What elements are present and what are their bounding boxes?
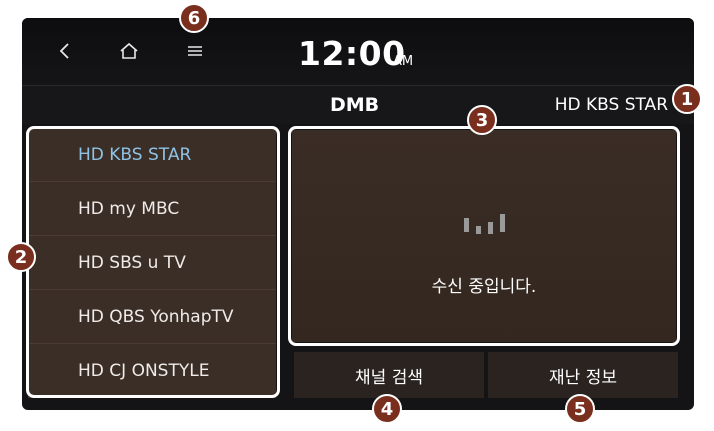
clock-time: 12:00 — [298, 34, 406, 73]
current-station-name: HD KBS STAR — [554, 95, 668, 115]
home-icon — [120, 42, 138, 59]
back-button[interactable] — [50, 36, 80, 66]
back-chevron-icon — [59, 43, 69, 59]
reception-status-text: 수신 중입니다. — [431, 277, 537, 297]
infotainment-screen: 12:00 AM DMB HD KBS STAR HD KBS STAR HD … — [22, 18, 694, 410]
channel-list-item[interactable]: HD CJ ONSTYLE — [28, 344, 276, 398]
disaster-info-button[interactable]: 재난 정보 — [488, 352, 678, 398]
channel-list-item[interactable]: HD my MBC — [28, 182, 276, 236]
channel-search-button[interactable]: 채널 검색 — [294, 352, 484, 398]
callout-badge-2: 2 — [6, 242, 36, 272]
dmb-header: DMB HD KBS STAR — [22, 86, 694, 124]
clock-ampm: AM — [393, 54, 414, 69]
menu-icon — [188, 46, 202, 56]
top-status-bar: 12:00 AM — [22, 18, 694, 86]
channel-list: HD KBS STAR HD my MBC HD SBS u TV HD QBS… — [28, 128, 276, 398]
callout-badge-3: 3 — [467, 105, 497, 135]
channel-list-item[interactable]: HD KBS STAR — [28, 128, 276, 182]
menu-button[interactable] — [180, 36, 210, 66]
channel-list-item[interactable]: HD QBS YonhapTV — [28, 290, 276, 344]
signal-bars-icon — [464, 214, 505, 234]
page-title: DMB — [330, 94, 380, 116]
channel-list-item[interactable]: HD SBS u TV — [28, 236, 276, 290]
callout-badge-4: 4 — [372, 394, 402, 424]
callout-badge-1: 1 — [672, 84, 702, 114]
callout-badge-5: 5 — [565, 394, 595, 424]
home-button[interactable] — [114, 36, 144, 66]
callout-badge-6: 6 — [179, 3, 209, 33]
